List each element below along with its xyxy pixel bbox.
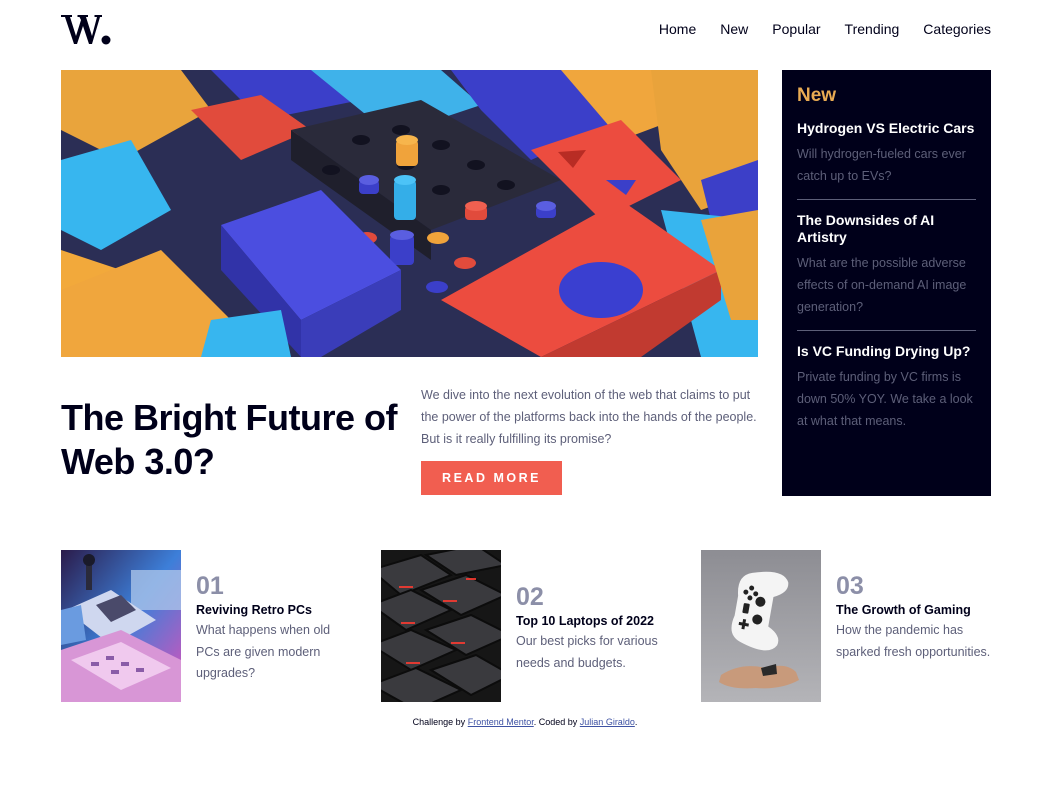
- article-card: 02 Top 10 Laptops of 2022 Our best picks…: [381, 550, 681, 702]
- nav-trending-link[interactable]: Trending: [845, 21, 900, 37]
- author-link[interactable]: Julian Giraldo: [580, 717, 635, 727]
- article-cards: 01 Reviving Retro PCs What happens when …: [61, 550, 991, 702]
- hero-image: [61, 70, 758, 357]
- card-title[interactable]: Reviving Retro PCs: [196, 602, 356, 618]
- hero-title: The Bright Future of Web 3.0?: [61, 397, 397, 482]
- new-article-item: Is VC Funding Drying Up? Private funding…: [797, 343, 976, 444]
- card-number: 03: [836, 572, 864, 600]
- attribution-middle: . Coded by: [533, 717, 578, 727]
- card-body: 01 Reviving Retro PCs What happens when …: [196, 572, 356, 685]
- new-article-description: Will hydrogen-fueled cars ever catch up …: [797, 147, 966, 183]
- new-article-title[interactable]: The Downsides of AI Artistry: [797, 212, 976, 246]
- article-card: 03 The Growth of Gaming How the pandemic…: [701, 550, 1001, 702]
- article-card: 01 Reviving Retro PCs What happens when …: [61, 550, 361, 702]
- keyboard-image: [381, 550, 501, 702]
- new-article-title[interactable]: Hydrogen VS Electric Cars: [797, 120, 976, 137]
- site-header: Home New Popular Trending Categories: [61, 10, 991, 50]
- gamepad-image: [701, 550, 821, 702]
- nav-new-link[interactable]: New: [720, 21, 748, 37]
- card-number: 01: [196, 572, 224, 600]
- card-title[interactable]: The Growth of Gaming: [836, 602, 996, 618]
- logo-icon[interactable]: [61, 12, 111, 46]
- new-article-description: What are the possible adverse effects of…: [797, 256, 967, 314]
- nav-categories-link[interactable]: Categories: [923, 21, 991, 37]
- card-description: What happens when old PCs are given mode…: [196, 623, 331, 680]
- frontend-mentor-link[interactable]: Frontend Mentor: [468, 717, 534, 727]
- attribution-prefix: Challenge by: [412, 717, 466, 727]
- hero-description: We dive into the next evolution of the w…: [421, 388, 757, 446]
- card-body: 03 The Growth of Gaming How the pandemic…: [836, 572, 996, 663]
- main-nav: Home New Popular Trending Categories: [659, 21, 991, 37]
- read-more-label: READ MORE: [442, 471, 541, 485]
- new-article-description: Private funding by VC firms is down 50% …: [797, 370, 973, 428]
- card-number: 02: [516, 583, 544, 611]
- nav-home-link[interactable]: Home: [659, 21, 696, 37]
- new-articles-panel: New Hydrogen VS Electric Cars Will hydro…: [782, 70, 991, 496]
- card-title[interactable]: Top 10 Laptops of 2022: [516, 613, 676, 629]
- new-article-item: The Downsides of AI Artistry What are th…: [797, 212, 976, 331]
- card-description: Our best picks for various needs and bud…: [516, 634, 658, 670]
- hero-3d-blocks-image: [61, 70, 758, 357]
- read-more-button[interactable]: READ MORE: [421, 461, 562, 495]
- attribution: Challenge by Frontend Mentor. Coded by J…: [0, 717, 1050, 727]
- retro-pc-image: [61, 550, 181, 702]
- attribution-suffix: .: [634, 717, 638, 727]
- new-article-title[interactable]: Is VC Funding Drying Up?: [797, 343, 976, 360]
- new-article-item: Hydrogen VS Electric Cars Will hydrogen-…: [797, 120, 976, 200]
- new-panel-heading: New: [797, 85, 837, 106]
- card-body: 02 Top 10 Laptops of 2022 Our best picks…: [516, 583, 676, 674]
- card-description: How the pandemic has sparked fresh oppor…: [836, 623, 991, 659]
- nav-popular-link[interactable]: Popular: [772, 21, 820, 37]
